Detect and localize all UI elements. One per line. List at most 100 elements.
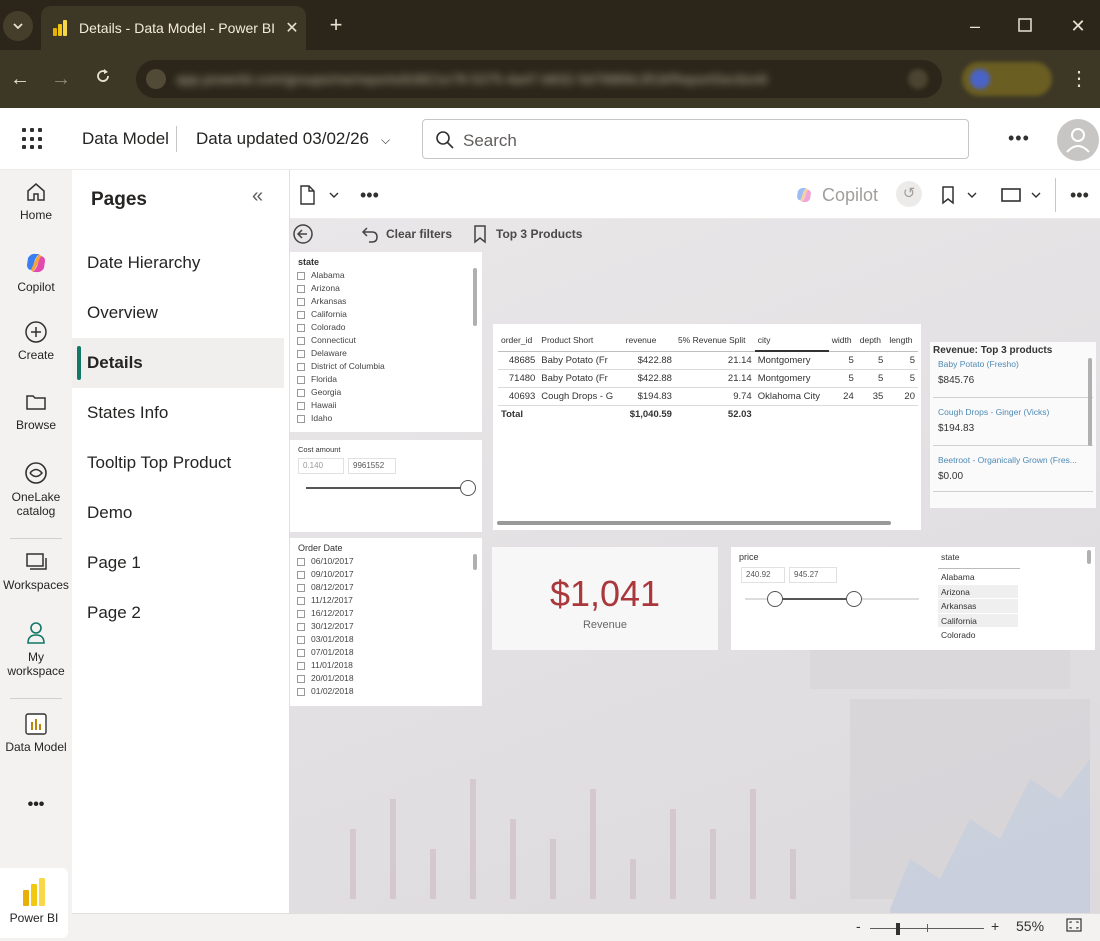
collapse-pane-icon[interactable]: «	[252, 185, 263, 208]
price-max-input[interactable]: 945.27	[789, 567, 837, 583]
date-option[interactable]: 07/01/2018	[297, 646, 354, 659]
reload-button[interactable]	[88, 64, 118, 94]
top3-item[interactable]: Baby Potato (Fresho) $845.76	[938, 359, 1090, 386]
column-header[interactable]: order_id	[498, 329, 539, 352]
reset-button[interactable]: ↺	[896, 181, 922, 207]
cost-max-handle[interactable]	[460, 480, 476, 496]
page-item-tooltip-top-product[interactable]: Tooltip Top Product	[72, 438, 284, 488]
rail-create[interactable]: Create	[0, 320, 72, 362]
fit-to-page-button[interactable]	[1066, 918, 1082, 935]
checkbox-icon[interactable]	[297, 388, 305, 397]
price-min-handle[interactable]	[767, 591, 783, 607]
data-updated-dropdown[interactable]: Data updated 03/02/26 ⌵	[196, 129, 390, 149]
price-max-handle[interactable]	[846, 591, 862, 607]
checkbox-icon[interactable]	[297, 648, 305, 657]
toolbar-more-button[interactable]: •••	[360, 182, 379, 208]
checkbox-icon[interactable]	[297, 310, 305, 319]
order-date-scrollbar[interactable]	[473, 554, 477, 570]
state-option[interactable]: Colorado	[297, 321, 385, 334]
state-option[interactable]: District of Columbia	[297, 360, 385, 373]
checkbox-icon[interactable]	[297, 596, 305, 605]
state-list-scrollbar[interactable]	[1087, 550, 1091, 564]
column-header[interactable]: Product Short	[538, 329, 623, 352]
rail-copilot[interactable]: Copilot	[0, 250, 72, 294]
date-option[interactable]: 03/01/2018	[297, 633, 354, 646]
browser-profile-button[interactable]	[962, 62, 1052, 96]
page-item-states-info[interactable]: States Info	[72, 388, 284, 438]
forward-button[interactable]: →	[46, 64, 76, 94]
site-info-icon[interactable]	[146, 69, 166, 89]
date-option[interactable]: 20/01/2018	[297, 672, 354, 685]
url-field[interactable]: app.powerbi.com/groups/me/reports/b3821e…	[136, 60, 942, 98]
page-item-demo[interactable]: Demo	[72, 488, 284, 538]
view-button[interactable]	[1000, 182, 1042, 208]
new-tab-button[interactable]: +	[322, 12, 350, 40]
search-input[interactable]: Search	[422, 119, 969, 159]
top3-item[interactable]: Cough Drops - Ginger (Vicks) $194.83	[938, 407, 1090, 434]
table-row[interactable]: 40693 Cough Drops - G $194.83 9.74 Oklahoma …	[498, 387, 918, 406]
column-header[interactable]: length	[886, 329, 918, 352]
state-option[interactable]: Arizona	[297, 282, 385, 295]
checkbox-icon[interactable]	[297, 570, 305, 579]
checkbox-icon[interactable]	[297, 336, 305, 345]
checkbox-icon[interactable]	[297, 609, 305, 618]
account-avatar[interactable]	[1057, 119, 1099, 161]
table-row[interactable]: 71480 Baby Potato (Fr $422.88 21.14 Montgome…	[498, 369, 918, 388]
date-option[interactable]: 11/01/2018	[297, 659, 354, 672]
clear-filters-button[interactable]: Clear filters	[360, 219, 452, 249]
column-header[interactable]: width	[828, 329, 857, 352]
bookmarks-button[interactable]	[940, 182, 978, 208]
checkbox-icon[interactable]	[297, 674, 305, 683]
state-slicer-scrollbar[interactable]	[473, 268, 477, 326]
close-window-button[interactable]: ✕	[1063, 12, 1093, 40]
checkbox-icon[interactable]	[297, 661, 305, 670]
top3-item[interactable]: Beetroot - Organically Grown (Fres... $0…	[938, 455, 1090, 482]
app-launcher-icon[interactable]	[22, 128, 44, 150]
state-option[interactable]: Arkansas	[297, 295, 385, 308]
checkbox-icon[interactable]	[297, 401, 305, 410]
page-item-details[interactable]: Details	[72, 338, 284, 388]
checkbox-icon[interactable]	[297, 375, 305, 384]
minimize-window-button[interactable]: –	[960, 12, 990, 40]
checkbox-icon[interactable]	[297, 687, 305, 696]
state-option[interactable]: Georgia	[297, 386, 385, 399]
column-header[interactable]: city	[754, 329, 829, 352]
browser-tab[interactable]: Details - Data Model - Power BI ✕	[41, 6, 306, 50]
rail-browse[interactable]: Browse	[0, 390, 72, 432]
rail-home[interactable]: Home	[0, 180, 72, 222]
checkbox-icon[interactable]	[297, 583, 305, 592]
toolbar-overflow-button[interactable]: •••	[1070, 182, 1089, 208]
state-option[interactable]: Alabama	[297, 269, 385, 282]
state-option[interactable]: Idaho	[297, 412, 385, 425]
state-option[interactable]: Delaware	[297, 347, 385, 360]
state-list-item[interactable]: Colorado	[938, 628, 1018, 643]
close-tab-icon[interactable]: ✕	[278, 18, 306, 38]
zoom-slider-handle[interactable]	[896, 923, 900, 935]
workspace-name[interactable]: Data Model	[82, 129, 169, 149]
column-header[interactable]: revenue	[622, 329, 675, 352]
rail-data-model[interactable]: Data Model	[0, 712, 72, 754]
column-header[interactable]: depth	[856, 329, 887, 352]
copilot-button[interactable]: Copilot	[794, 182, 878, 208]
checkbox-icon[interactable]	[297, 362, 305, 371]
maximize-window-button[interactable]	[1010, 12, 1040, 40]
checkbox-icon[interactable]	[297, 349, 305, 358]
table-horizontal-scrollbar[interactable]	[497, 521, 891, 525]
page-item-page-2[interactable]: Page 2	[72, 588, 284, 638]
checkbox-icon[interactable]	[297, 271, 305, 280]
state-option[interactable]: Connecticut	[297, 334, 385, 347]
state-list-item[interactable]: Arizona	[938, 584, 1018, 599]
bookmark-star-icon[interactable]	[908, 69, 928, 89]
top3-bookmark-button[interactable]: Top 3 Products	[472, 219, 582, 249]
state-list-item[interactable]: California	[938, 613, 1018, 628]
date-option[interactable]: 11/12/2017	[297, 594, 354, 607]
file-menu-button[interactable]	[298, 182, 340, 208]
state-option[interactable]: Hawaii	[297, 399, 385, 412]
back-button[interactable]	[292, 219, 314, 249]
state-list-item[interactable]: Arkansas	[938, 599, 1018, 614]
tab-search-button[interactable]	[3, 11, 33, 41]
power-bi-home-button[interactable]: Power BI	[0, 868, 68, 938]
date-option[interactable]: 16/12/2017	[297, 607, 354, 620]
date-option[interactable]: 08/12/2017	[297, 581, 354, 594]
table-row[interactable]: 48685 Baby Potato (Fr $422.88 21.14 Montgome…	[498, 351, 918, 370]
